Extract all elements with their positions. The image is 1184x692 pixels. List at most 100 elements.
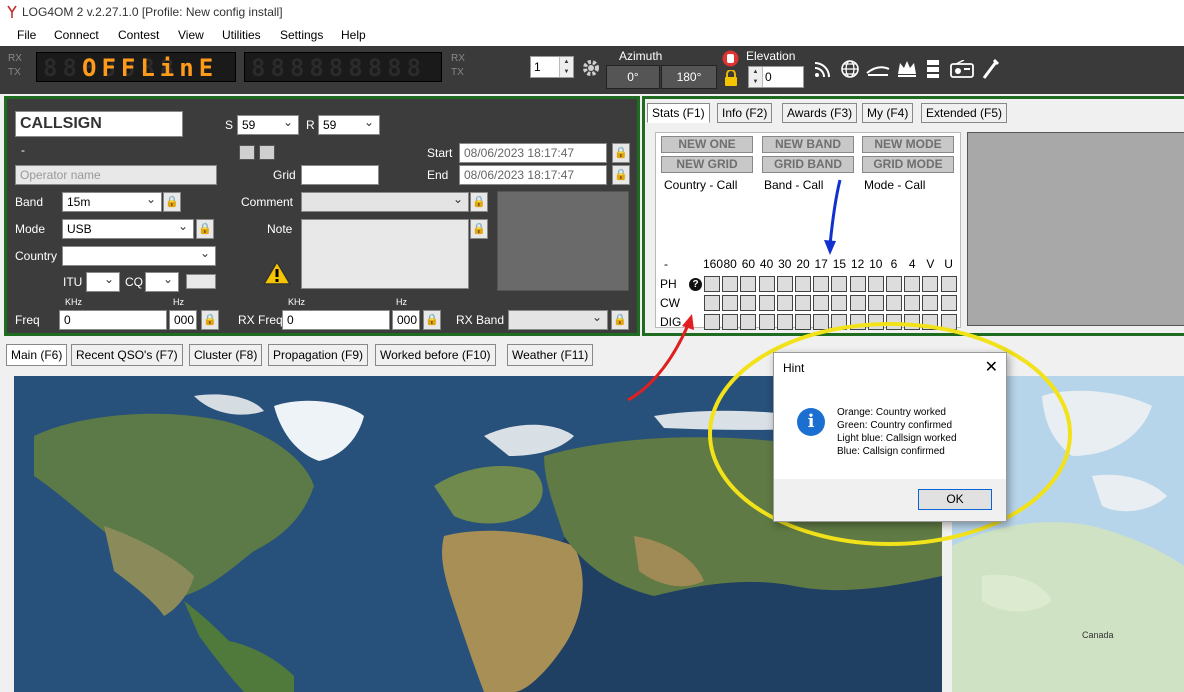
cq-select[interactable] xyxy=(145,272,179,292)
note-lock-icon[interactable]: 🔒 xyxy=(470,219,488,239)
database-icon[interactable] xyxy=(926,59,940,79)
frequency-led-ghost: 888888888 xyxy=(251,54,427,82)
tab-extended[interactable]: Extended (F5) xyxy=(921,103,1008,123)
comment-select[interactable] xyxy=(301,192,469,212)
qsl-received-checkbox[interactable] xyxy=(259,145,275,160)
satellite-dish-icon[interactable] xyxy=(866,61,890,77)
menu-view[interactable]: View xyxy=(178,28,204,42)
azimuth-reverse-button[interactable]: 180° xyxy=(661,65,717,89)
radio-number-stepper[interactable]: 1 ▲ ▼ xyxy=(530,56,574,78)
rxfreq-hz-label: Hz xyxy=(396,297,407,307)
tab-awards[interactable]: Awards (F3) xyxy=(782,103,858,123)
comment-lock-icon[interactable]: 🔒 xyxy=(470,192,488,212)
mode-select[interactable]: USB xyxy=(62,219,194,239)
rst-sent-label: S xyxy=(225,118,234,132)
azimuth-label: Azimuth xyxy=(619,49,663,63)
tab-info[interactable]: Info (F2) xyxy=(717,103,773,123)
hint-title: Hint xyxy=(783,361,805,375)
app-logo-icon xyxy=(7,5,17,18)
end-label: End xyxy=(427,168,449,182)
menu-utilities[interactable]: Utilities xyxy=(222,28,261,42)
award-crown-icon[interactable] xyxy=(896,58,918,78)
elevation-stepper[interactable]: ▲ ▼ 0 xyxy=(748,66,804,88)
end-datetime-input[interactable]: 08/06/2023 18:17:47 xyxy=(459,165,607,185)
itu-select[interactable] xyxy=(86,272,120,292)
band-lock-icon[interactable]: 🔒 xyxy=(163,192,181,212)
tab-recent-qsos[interactable]: Recent QSO's (F7) xyxy=(71,344,183,366)
warning-icon xyxy=(263,261,291,285)
stop-rotor-icon[interactable] xyxy=(722,50,739,67)
rxfreq-hz-input[interactable]: 000 xyxy=(392,310,420,330)
close-icon[interactable]: ✕ xyxy=(985,357,998,377)
cq-label: CQ xyxy=(125,275,143,289)
tab-main[interactable]: Main (F6) xyxy=(6,344,68,366)
menu-help[interactable]: Help xyxy=(341,28,366,42)
menu-connect[interactable]: Connect xyxy=(54,28,99,42)
start-label: Start xyxy=(427,146,453,160)
freq-khz-label: KHz xyxy=(65,297,83,307)
tab-cluster[interactable]: Cluster (F8) xyxy=(189,344,263,366)
mode-label: Mode xyxy=(15,222,46,236)
band-select[interactable]: 15m xyxy=(62,192,162,212)
tab-weather[interactable]: Weather (F11) xyxy=(507,344,594,366)
rst-received-select[interactable]: 59 xyxy=(318,115,380,135)
rx-indicator-left: RX xyxy=(8,53,22,64)
freq-hz-label: Hz xyxy=(173,297,184,307)
hint-line-light-blue: Light blue: Callsign worked xyxy=(837,433,957,444)
ok-button[interactable]: OK xyxy=(918,489,992,510)
status-led-display: 8888888 OFFLinE xyxy=(36,52,236,82)
radio-number-arrows[interactable]: ▲ ▼ xyxy=(559,57,573,77)
note-label: Note xyxy=(267,222,293,236)
band-label: Band xyxy=(15,195,44,209)
freq-label: Freq xyxy=(15,313,40,327)
radio-settings-gear-icon[interactable] xyxy=(580,57,602,79)
rx-indicator-right: RX xyxy=(451,53,465,64)
comment-label: Comment xyxy=(241,195,294,209)
rst-sent-select[interactable]: 59 xyxy=(237,115,299,135)
new-one-button[interactable]: NEW ONE xyxy=(661,136,753,153)
new-band-button[interactable]: NEW BAND xyxy=(762,136,854,153)
rxfreq-lock-icon[interactable]: 🔒 xyxy=(423,310,441,330)
globe-icon[interactable] xyxy=(840,59,860,79)
qsl-sent-checkbox[interactable] xyxy=(239,145,255,160)
radio-device-icon[interactable] xyxy=(950,60,974,78)
country-select[interactable] xyxy=(62,246,216,266)
tx-indicator-left: TX xyxy=(8,67,21,78)
grid-input[interactable] xyxy=(301,165,379,185)
toolbar: RX TX 8888888 OFFLinE 888888888 RX TX 1 … xyxy=(0,46,1184,94)
operator-name-input[interactable]: Operator name xyxy=(15,165,217,185)
tab-my[interactable]: My (F4) xyxy=(862,103,914,123)
menu-file[interactable]: File xyxy=(17,28,36,42)
continent-field xyxy=(186,274,216,289)
freq-hz-input[interactable]: 000 xyxy=(169,310,197,330)
tab-stats[interactable]: Stats (F1) xyxy=(647,103,710,123)
frequency-led-display: 888888888 xyxy=(244,52,442,82)
elevation-arrows[interactable]: ▲ ▼ xyxy=(749,67,763,87)
tx-indicator-right: TX xyxy=(451,67,464,78)
tab-propagation[interactable]: Propagation (F9) xyxy=(268,344,369,366)
menu-settings[interactable]: Settings xyxy=(280,28,323,42)
freq-khz-input[interactable]: 0 xyxy=(59,310,167,330)
tab-worked-before[interactable]: Worked before (F10) xyxy=(375,344,496,366)
freq-lock-icon[interactable]: 🔒 xyxy=(201,310,219,330)
rxband-select[interactable] xyxy=(508,310,608,330)
start-datetime-input[interactable]: 08/06/2023 18:17:47 xyxy=(459,143,607,163)
grid-label: Grid xyxy=(273,168,296,182)
rss-feed-icon[interactable] xyxy=(814,60,832,78)
callsign-input[interactable]: CALLSIGN xyxy=(15,111,183,137)
elevation-label: Elevation xyxy=(746,49,796,63)
hint-line-orange: Orange: Country worked xyxy=(837,407,946,418)
menu-contest[interactable]: Contest xyxy=(118,28,159,42)
hint-line-blue: Blue: Callsign confirmed xyxy=(837,446,945,457)
radio-number-value: 1 xyxy=(534,60,541,74)
mode-lock-icon[interactable]: 🔒 xyxy=(196,219,214,239)
azimuth-button[interactable]: 0° xyxy=(606,65,660,89)
menu-bar: File Connect Contest View Utilities Sett… xyxy=(0,24,1184,46)
elevation-lock-icon[interactable] xyxy=(724,70,738,86)
rxfreq-khz-input[interactable]: 0 xyxy=(282,310,390,330)
new-mode-button[interactable]: NEW MODE xyxy=(862,136,954,153)
canada-map-label: Canada xyxy=(1082,630,1114,640)
note-textarea[interactable] xyxy=(301,219,469,289)
start-lock-icon[interactable]: 🔒 xyxy=(612,143,630,163)
antenna-pen-icon[interactable] xyxy=(982,58,1000,80)
